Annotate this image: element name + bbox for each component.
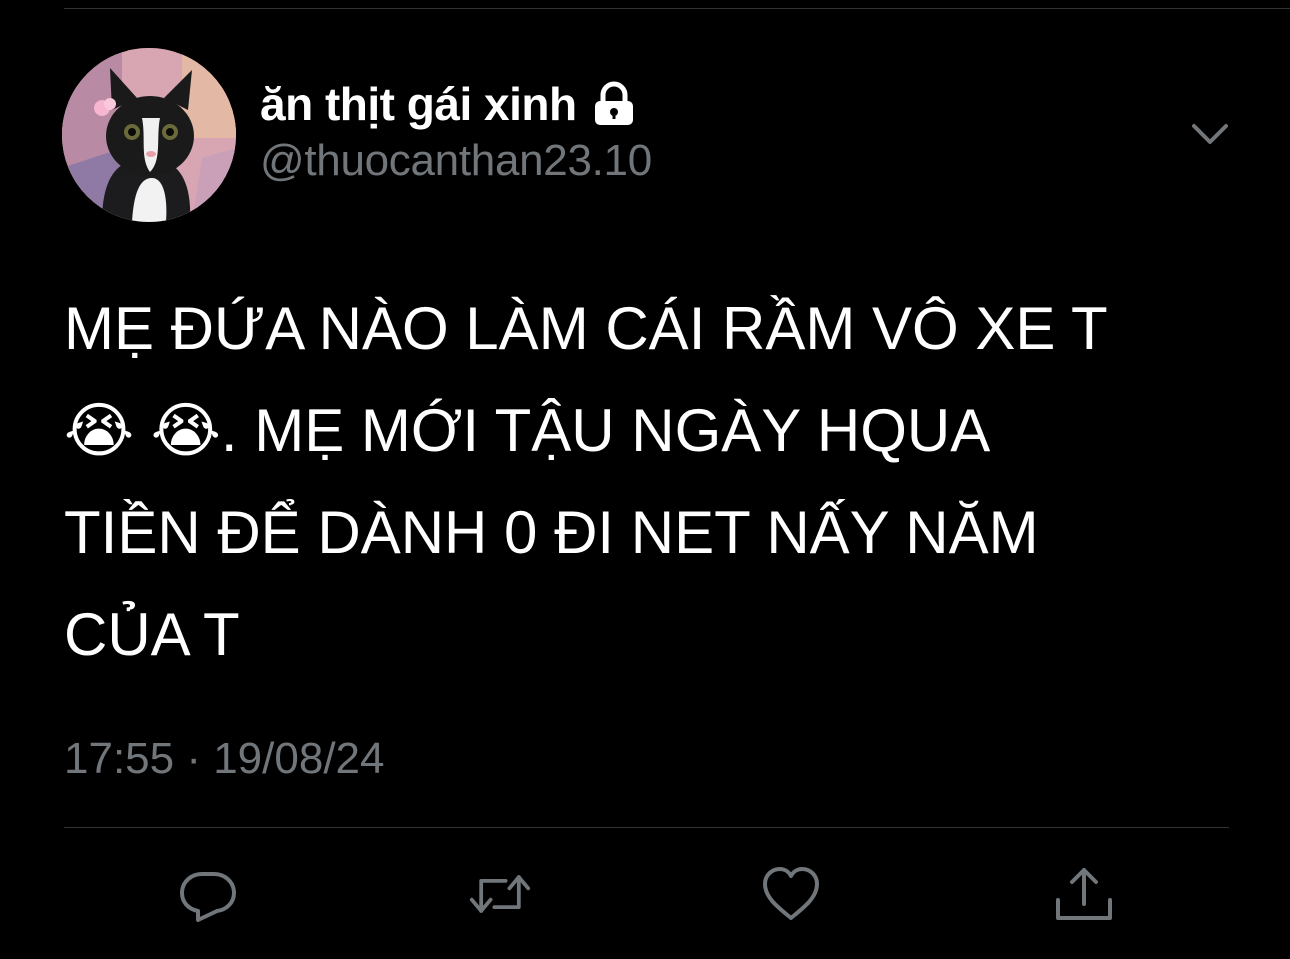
reply-button[interactable]: [176, 862, 240, 926]
tweet-timestamp[interactable]: 17:55 · 19/08/24: [64, 734, 384, 784]
retweet-button[interactable]: [468, 862, 532, 926]
chevron-down-icon: [1192, 124, 1228, 144]
cat-avatar-image: [62, 48, 236, 222]
share-button[interactable]: [1052, 862, 1116, 926]
lock-icon: [594, 81, 633, 125]
retweet-icon: [469, 875, 531, 913]
more-options-button[interactable]: [1188, 116, 1232, 152]
display-name[interactable]: ăn thịt gái xinh: [260, 77, 577, 131]
like-button[interactable]: [759, 862, 823, 926]
avatar[interactable]: [62, 48, 236, 222]
share-icon: [1056, 868, 1112, 920]
actions-divider: [64, 827, 1229, 828]
heart-icon: [763, 867, 819, 920]
top-divider: [64, 8, 1290, 9]
tweet-text: MẸ ĐỨA NÀO LÀM CÁI RẦM VÔ XE T 😭 😭. MẸ M…: [64, 295, 1108, 668]
author-name-row: ăn thịt gái xinh: [260, 76, 637, 132]
reply-icon: [180, 872, 236, 922]
author-handle[interactable]: @thuocanthan23.10: [260, 136, 652, 186]
